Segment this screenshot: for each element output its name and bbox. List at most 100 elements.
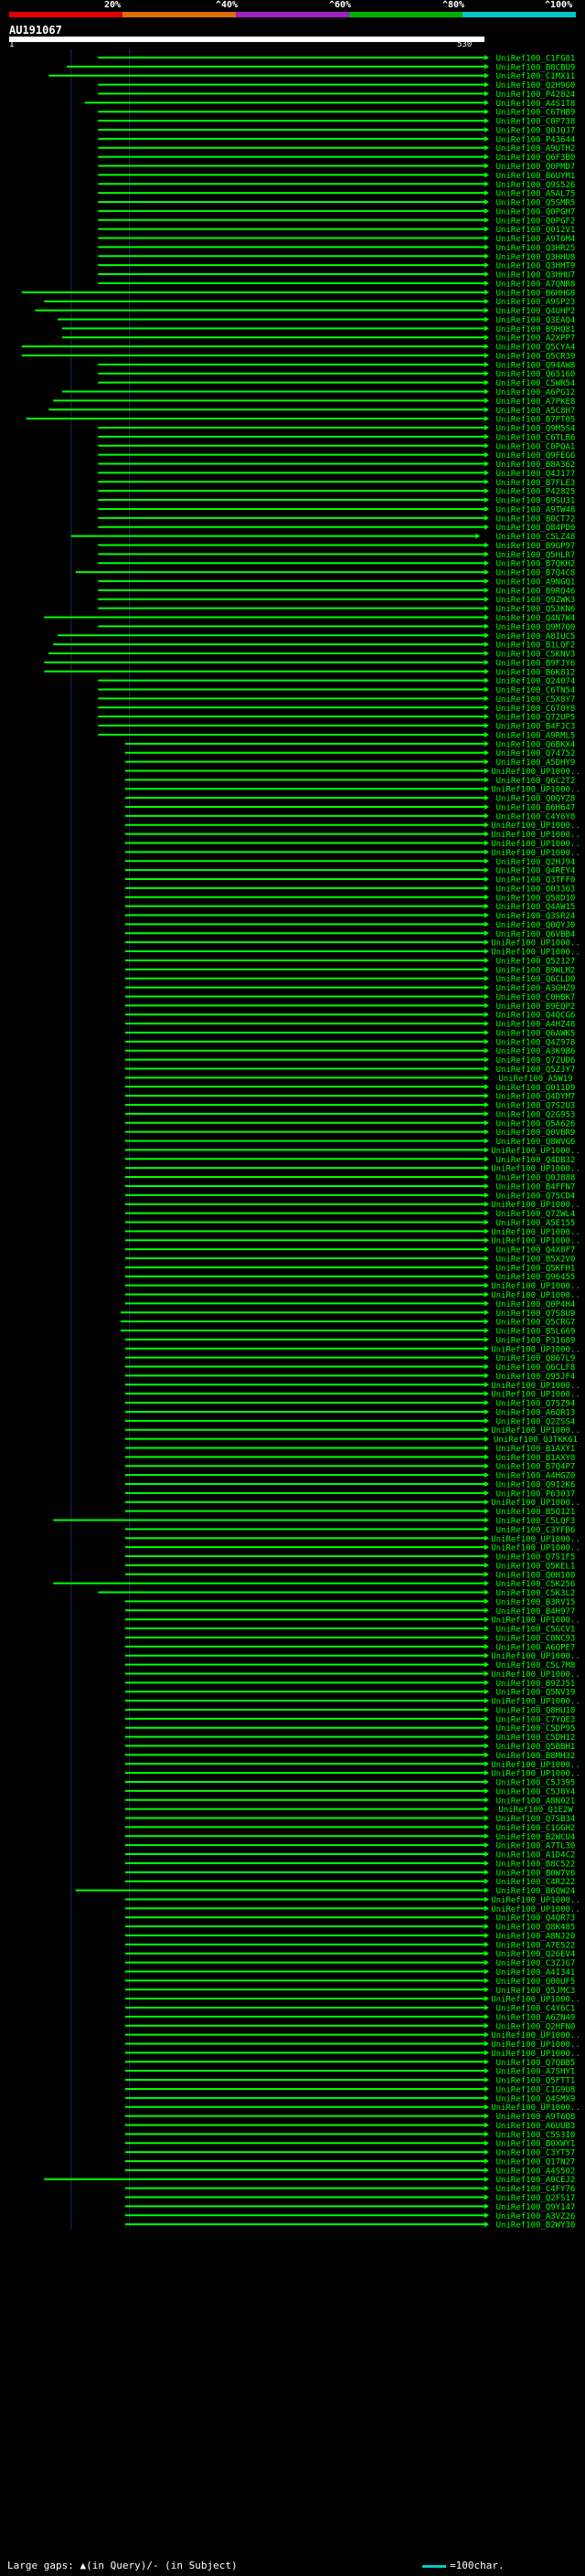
hit-row[interactable]: UniRef100_UP1000.. — [124, 1499, 580, 1508]
hit-label[interactable]: UniRef100_Q0P4H4 — [496, 1300, 576, 1309]
hit-row[interactable]: UniRef100_A6ZN49 — [124, 2013, 576, 2022]
hit-row[interactable]: UniRef100_C5KNV3 — [48, 651, 575, 660]
hit-label[interactable]: UniRef100_Q5NV19 — [496, 1689, 576, 1698]
hit-row[interactable]: UniRef100_Q3TKK61 — [124, 1436, 578, 1445]
hit-label[interactable]: UniRef100_C0NC93 — [496, 1634, 576, 1643]
hit-row[interactable]: UniRef100_Q7SB34 — [124, 1815, 576, 1824]
hit-label[interactable]: UniRef100_C5GCV1 — [496, 1626, 576, 1635]
hit-label[interactable]: UniRef100_UP1000.. — [491, 1996, 580, 2005]
hit-row[interactable]: UniRef100_A5C8H7 — [48, 407, 575, 416]
hit-row[interactable]: UniRef100_B9EQP2 — [124, 1002, 576, 1012]
hit-row[interactable]: UniRef100_C0NC93 — [124, 1634, 576, 1643]
hit-row[interactable]: UniRef100_C5J395 — [124, 1779, 576, 1788]
hit-label[interactable]: UniRef100_Q5KFH1 — [496, 1264, 576, 1273]
hit-row[interactable]: UniRef100_C6T0Y8 — [98, 705, 575, 714]
hit-label[interactable]: UniRef100_A9UTH2 — [496, 144, 576, 154]
hit-label[interactable]: UniRef100_Q7S1F5 — [496, 1553, 576, 1563]
hit-label[interactable]: UniRef100_C6TN54 — [496, 686, 576, 695]
hit-row[interactable]: UniRef100_C5K256 — [53, 1580, 575, 1589]
hit-label[interactable]: UniRef100_C7YQE3 — [496, 1715, 576, 1724]
hit-label[interactable]: UniRef100_A6QR13 — [496, 1408, 576, 1417]
hit-row[interactable]: UniRef100_B6H647 — [124, 803, 576, 812]
hit-row[interactable]: UniRef100_C5LQF3 — [53, 1517, 575, 1526]
hit-row[interactable]: UniRef100_Q5KEL1 — [124, 1562, 576, 1571]
hit-row[interactable]: UniRef100_Q6CLD0 — [124, 975, 576, 984]
hit-label[interactable]: UniRef100_UP1000.. — [491, 1770, 580, 1779]
hit-label[interactable]: UniRef100_Q6CLD0 — [496, 975, 576, 984]
hit-label[interactable]: UniRef100_B1AXY1 — [496, 1445, 576, 1454]
hit-row[interactable]: UniRef100_Q2FS17 — [124, 2194, 576, 2203]
hit-row[interactable]: UniRef100_Q0JQJ7 — [98, 126, 575, 135]
hit-row[interactable]: UniRef100_Q5NV19 — [124, 1689, 576, 1698]
hit-row[interactable]: UniRef100_A4I341 — [124, 1968, 576, 1977]
hit-label[interactable]: UniRef100_A5E155 — [496, 1219, 576, 1228]
hit-label[interactable]: UniRef100_Q867L9 — [496, 1354, 576, 1363]
hit-row[interactable]: UniRef100_Q7QBB5 — [124, 2059, 576, 2068]
hit-row[interactable]: UniRef100_Q0P4H4 — [124, 1300, 576, 1309]
hit-row[interactable]: UniRef100_A4S502 — [124, 2167, 576, 2176]
hit-row[interactable]: UniRef100_C5LZ48 — [70, 533, 576, 542]
hit-row[interactable]: UniRef100_B0CT72 — [98, 514, 575, 524]
hit-row[interactable]: UniRef100_C3ZJG7 — [124, 1959, 576, 1968]
hit-row[interactable]: UniRef100_Q5A626 — [124, 1119, 576, 1129]
hit-label[interactable]: UniRef100_Q3TKK61 — [494, 1436, 578, 1445]
hit-label[interactable]: UniRef100_Q2G953 — [496, 1110, 576, 1119]
hit-label[interactable]: UniRef100_Q9I2K6 — [496, 1480, 576, 1489]
hit-label[interactable]: UniRef100_B8A362 — [496, 461, 576, 470]
hit-label[interactable]: UniRef100_A7E522 — [496, 1941, 576, 1950]
hit-row[interactable]: UniRef100_UP1000.. — [124, 1905, 580, 1914]
hit-row[interactable]: UniRef100_P42825 — [98, 488, 575, 497]
hit-row[interactable]: UniRef100_B4FFN7 — [124, 1182, 576, 1192]
hit-row[interactable]: UniRef100_Q3HHT9 — [98, 262, 575, 271]
hit-row[interactable]: UniRef100_B9HQ81 — [61, 325, 575, 334]
hit-label[interactable]: UniRef100_Q5HLR7 — [496, 551, 576, 560]
hit-label[interactable]: UniRef100_Q4DB32 — [496, 1156, 576, 1165]
hit-label[interactable]: UniRef100_UP1000.. — [491, 1282, 580, 1291]
hit-row[interactable]: UniRef100_UP1000.. — [124, 1896, 580, 1905]
hit-label[interactable]: UniRef100_A2XPP7 — [496, 334, 576, 344]
hit-row[interactable]: UniRef100_Q6VBB4 — [124, 930, 576, 939]
hit-label[interactable]: UniRef100_C5LZ48 — [496, 533, 576, 542]
hit-row[interactable]: UniRef100_A7E522 — [124, 1941, 576, 1950]
hit-label[interactable]: UniRef100_A9T6Q8 — [496, 2113, 576, 2122]
hit-row[interactable]: UniRef100_C1FG81 — [98, 54, 575, 63]
hit-row[interactable]: UniRef100_C4Y6C1 — [124, 2005, 576, 2014]
hit-label[interactable]: UniRef100_A9T6M4 — [496, 235, 576, 244]
hit-row[interactable]: UniRef100_Q24074 — [98, 677, 575, 686]
hit-row[interactable]: UniRef100_A8IUC5 — [58, 632, 575, 641]
hit-row[interactable]: UniRef100_C0P738 — [98, 118, 575, 127]
hit-row[interactable]: UniRef100_Q53KN6 — [98, 605, 575, 614]
hit-label[interactable]: UniRef100_Q7S8U9 — [496, 1309, 576, 1319]
hit-label[interactable]: UniRef100_UP1000.. — [491, 1544, 580, 1553]
hit-row[interactable]: UniRef100_UP1000.. — [124, 1652, 580, 1661]
hit-row[interactable]: UniRef100_B8C522 — [124, 1860, 576, 1869]
hit-label[interactable]: UniRef100_Q4X8F7 — [496, 1246, 576, 1256]
hit-row[interactable]: UniRef100_B9WLM2 — [124, 966, 576, 975]
hit-label[interactable]: UniRef100_P63037 — [496, 1489, 576, 1499]
hit-row[interactable]: UniRef100_A8N021 — [124, 1797, 576, 1806]
hit-row[interactable]: UniRef100_B9SU31 — [98, 497, 575, 506]
hit-label[interactable]: UniRef100_B9RQ46 — [496, 587, 576, 596]
hit-label[interactable]: UniRef100_Q0J888 — [496, 1174, 576, 1183]
hit-row[interactable]: UniRef100_C4Y6Y8 — [124, 812, 576, 822]
hit-row[interactable]: UniRef100_UP1000.. — [124, 1544, 580, 1553]
hit-row[interactable]: UniRef100_Q9FEG6 — [98, 451, 575, 461]
hit-label[interactable]: UniRef100_Q8HU10 — [496, 1706, 576, 1715]
hit-label[interactable]: UniRef100_Q4SMX9 — [496, 2094, 576, 2104]
hit-row[interactable]: UniRef100_A9SP23 — [44, 298, 575, 307]
hit-label[interactable]: UniRef100_B7FLE3 — [496, 479, 576, 488]
hit-label[interactable]: UniRef100_A9NGQ1 — [496, 578, 576, 587]
hit-label[interactable]: UniRef100_A1D4C2 — [496, 1851, 576, 1860]
hit-label[interactable]: UniRef100_Q9Y147 — [496, 2203, 576, 2212]
hit-row[interactable]: UniRef100_P42824 — [98, 90, 575, 100]
hit-row[interactable]: UniRef100_B6K812 — [44, 668, 575, 677]
hit-label[interactable]: UniRef100_C1FG81 — [496, 54, 576, 63]
hit-label[interactable]: UniRef100_UP1000.. — [491, 2041, 580, 2050]
hit-label[interactable]: UniRef100_Q5BBH1 — [496, 1743, 576, 1752]
hit-label[interactable]: UniRef100_Q6BKX4 — [496, 740, 576, 749]
hit-label[interactable]: UniRef100_A6UUB3 — [496, 2122, 576, 2131]
hit-row[interactable]: UniRef100_A9T6M4 — [98, 235, 575, 244]
hit-row[interactable]: UniRef100_A1D4C2 — [124, 1851, 576, 1860]
hit-row[interactable]: UniRef100_A3VZ26 — [124, 2212, 576, 2221]
hit-row[interactable]: UniRef100_A6QPE7 — [124, 1643, 576, 1652]
